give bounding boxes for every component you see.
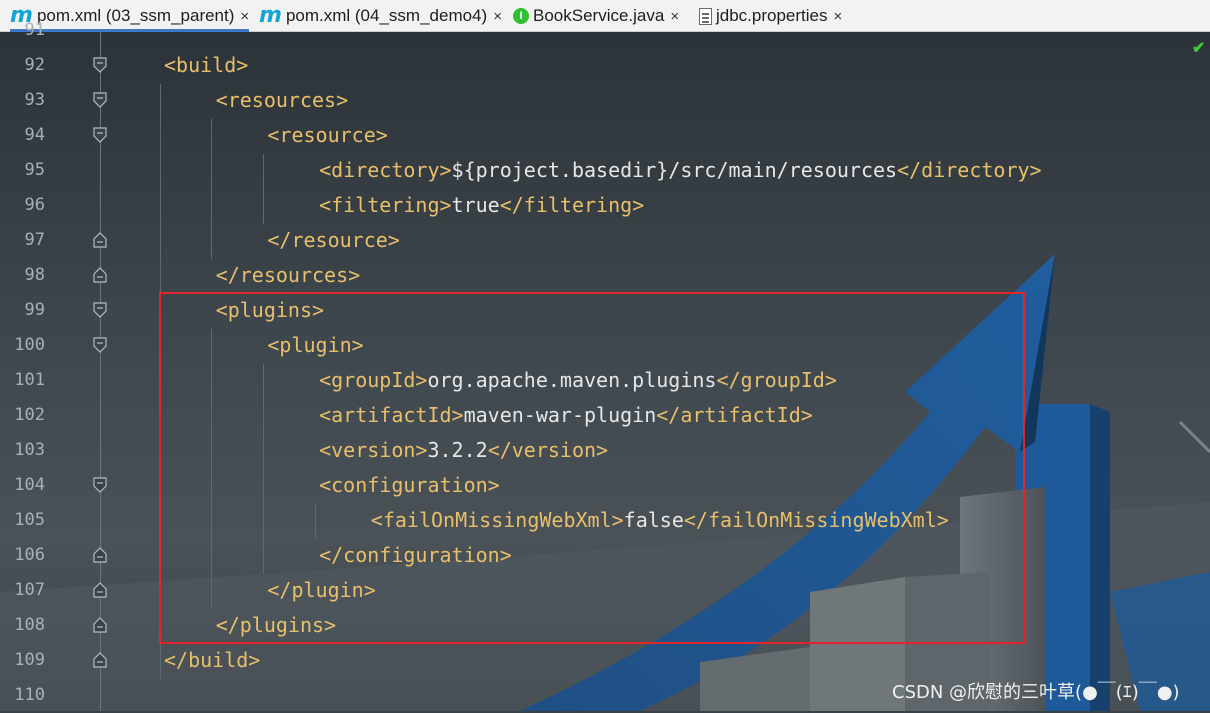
- xml-open-tag: <build>: [164, 53, 249, 77]
- xml-text-content: ${project.basedir}/src/main/resources: [451, 158, 898, 182]
- xml-open-tag: <filtering>: [319, 193, 452, 217]
- code-line[interactable]: <build>: [164, 48, 248, 83]
- indent-guide: [263, 154, 264, 224]
- tab-label: pom.xml (04_ssm_demo4): [285, 6, 488, 25]
- code-line[interactable]: <resource>: [267, 118, 387, 153]
- xml-open-tag: </resource>: [267, 228, 400, 252]
- watermark-text: CSDN @欣慰的三叶草(●￣(ｴ)￣●): [892, 682, 1180, 703]
- xml-open-tag: <directory>: [319, 158, 452, 182]
- close-icon[interactable]: ×: [240, 8, 249, 25]
- close-icon[interactable]: ×: [834, 8, 843, 25]
- xml-close-tag: </directory>: [897, 158, 1042, 182]
- code-line[interactable]: <directory>${project.basedir}/src/main/r…: [319, 153, 1041, 188]
- code-line[interactable]: <filtering>true</filtering>: [319, 188, 644, 223]
- tab-label: pom.xml (03_ssm_parent): [36, 6, 235, 25]
- close-icon[interactable]: ×: [670, 8, 679, 25]
- xml-open-tag: </build>: [164, 648, 261, 672]
- code-line[interactable]: </resources>: [216, 258, 361, 293]
- xml-open-tag: </resources>: [215, 263, 361, 287]
- tab-label: jdbc.properties: [716, 6, 828, 25]
- tab-pom-03-ssm-parent[interactable]: m pom.xml (03_ssm_parent) ×: [10, 0, 250, 32]
- properties-file-icon: [699, 7, 712, 25]
- interface-icon: I: [513, 8, 529, 24]
- xml-open-tag: <resources>: [215, 88, 349, 112]
- tab-jdbc-properties[interactable]: jdbc.properties ×: [699, 0, 842, 32]
- code-line[interactable]: <resources>: [216, 83, 348, 118]
- close-icon[interactable]: ×: [493, 8, 502, 25]
- maven-m-icon: m: [259, 3, 282, 28]
- code-line[interactable]: </build>: [164, 643, 260, 678]
- tab-bookservice-java[interactable]: I BookService.java ×: [513, 0, 679, 32]
- xml-open-tag: <resource>: [267, 123, 388, 147]
- annotation-highlight-box: [159, 292, 1025, 644]
- inspection-ok-icon[interactable]: ✔: [1192, 38, 1205, 58]
- xml-text-content: true: [451, 193, 500, 217]
- indent-guide: [211, 119, 212, 259]
- tab-label: BookService.java: [533, 6, 665, 25]
- xml-close-tag: </filtering>: [499, 193, 645, 217]
- editor-tab-bar: m pom.xml (03_ssm_parent) × m pom.xml (0…: [0, 0, 1210, 32]
- code-line[interactable]: </resource>: [267, 223, 399, 258]
- tab-pom-04-ssm-demo4[interactable]: m pom.xml (04_ssm_demo4) ×: [259, 0, 502, 32]
